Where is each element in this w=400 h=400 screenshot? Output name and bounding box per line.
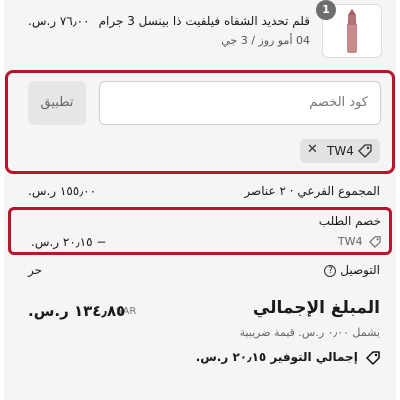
total-savings-text: إجمالي التوفير ٢٠٫١٥ ر.س. [195,350,358,364]
apply-discount-button[interactable]: تطبيق [28,81,86,125]
discount-code-input[interactable]: كود الخصم [99,81,381,125]
total-label: المبلغ الإجمالي [252,298,380,318]
lip-pencil-image [347,9,357,53]
order-discount-code: TW4 [338,235,381,248]
product-line-item: 1 قلم تحديد الشفاه فيلفيت ذا بينسل 3 جرا… [4,0,396,60]
subtotal-value: ١٥٥٫٠٠ ر.س. [28,184,97,198]
total-value: ١٣٤٫٨٥ ر.س. [28,302,126,320]
total-savings: إجمالي التوفير ٢٠٫١٥ ر.س. [196,350,380,365]
order-summary-panel: 1 قلم تحديد الشفاه فيلفيت ذا بينسل 3 جرا… [4,0,396,400]
close-icon[interactable]: ✕ [307,142,318,157]
tax-note: يشمل ٠٫٠٠ ر.س. قيمة ضريبية [239,326,380,339]
help-icon[interactable]: ? [324,264,337,277]
tag-icon [358,144,372,158]
order-discount-label: خصم الطلب [318,214,381,228]
applied-discount-code: TW4 [327,144,354,158]
order-discount-code-text: TW4 [337,235,363,248]
product-title: قلم تحديد الشفاه فيلفيت ذا بينسل 3 جرام [98,14,310,28]
discount-code-section: كود الخصم تطبيق ✕ TW4 [5,70,395,174]
order-discount-row: خصم الطلب TW4 − ٢٠٫١٥ ر.س. [8,207,392,255]
product-price: ٧٦٫٠٠ ر.س. [28,14,90,28]
tag-icon [366,350,380,365]
quantity-badge: 1 [316,0,336,20]
tag-icon [369,236,381,248]
product-variant: 04 أمو روز / 3 جي [221,34,310,47]
discount-code-placeholder: كود الخصم [309,95,368,110]
shipping-value: حر [28,263,43,277]
shipping-label-text: التوصيل [340,263,380,277]
order-discount-value: − ٢٠٫١٥ ر.س. [31,235,107,249]
shipping-label: التوصيل ? [320,263,380,277]
applied-discount-chip: ✕ TW4 [300,139,380,163]
subtotal-label: المجموع الفرعي · ٢ عناصر [244,184,380,198]
